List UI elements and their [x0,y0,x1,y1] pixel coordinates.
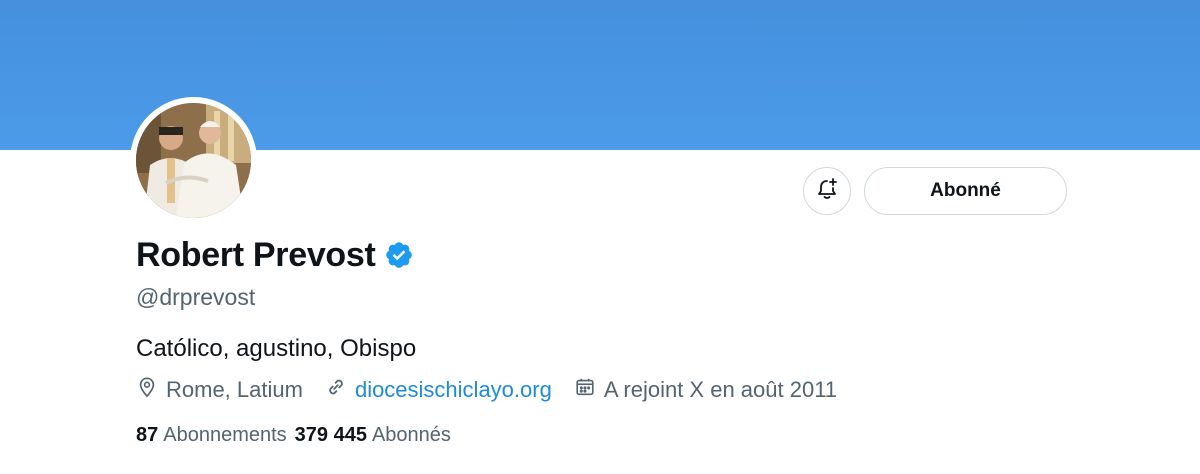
followers-stat-link[interactable]: 379 445 Abonnés [295,424,451,447]
location-item: Rome, Latium [136,376,303,404]
avatar[interactable] [130,97,257,224]
joined-text: A rejoint X en août 2011 [603,377,838,402]
calendar-icon [574,376,604,404]
profile-name: Robert Prevost [136,236,376,274]
bell-plus-icon [815,177,839,206]
following-button-label: Abonné [930,180,1001,201]
profile-meta: Rome, Latium diocesischiclayo.org A rejo… [136,376,859,404]
following-button[interactable]: Abonné [864,167,1067,215]
location-text: Rome, Latium [166,377,303,402]
website-item: diocesischiclayo.org [325,376,552,404]
following-stat-link[interactable]: 87 Abonnements [136,424,287,447]
verified-badge-icon[interactable] [384,240,414,275]
profile-bio: Católico, agustino, Obispo [136,335,417,362]
website-link[interactable]: diocesischiclayo.org [355,377,552,403]
profile-name-row: Robert Prevost [136,236,414,275]
notifications-button[interactable] [803,167,851,215]
link-icon [325,376,355,404]
avatar-image [136,103,251,218]
joined-item: A rejoint X en août 2011 [574,376,837,404]
location-pin-icon [136,376,166,404]
profile-stats: 87 Abonnements 379 445 Abonnés [136,424,459,447]
followers-label: Abonnés [371,424,451,446]
following-label: Abonnements [163,424,287,446]
followers-count: 379 445 [294,424,367,446]
profile-handle: @drprevost [136,284,256,310]
following-count: 87 [136,424,159,446]
